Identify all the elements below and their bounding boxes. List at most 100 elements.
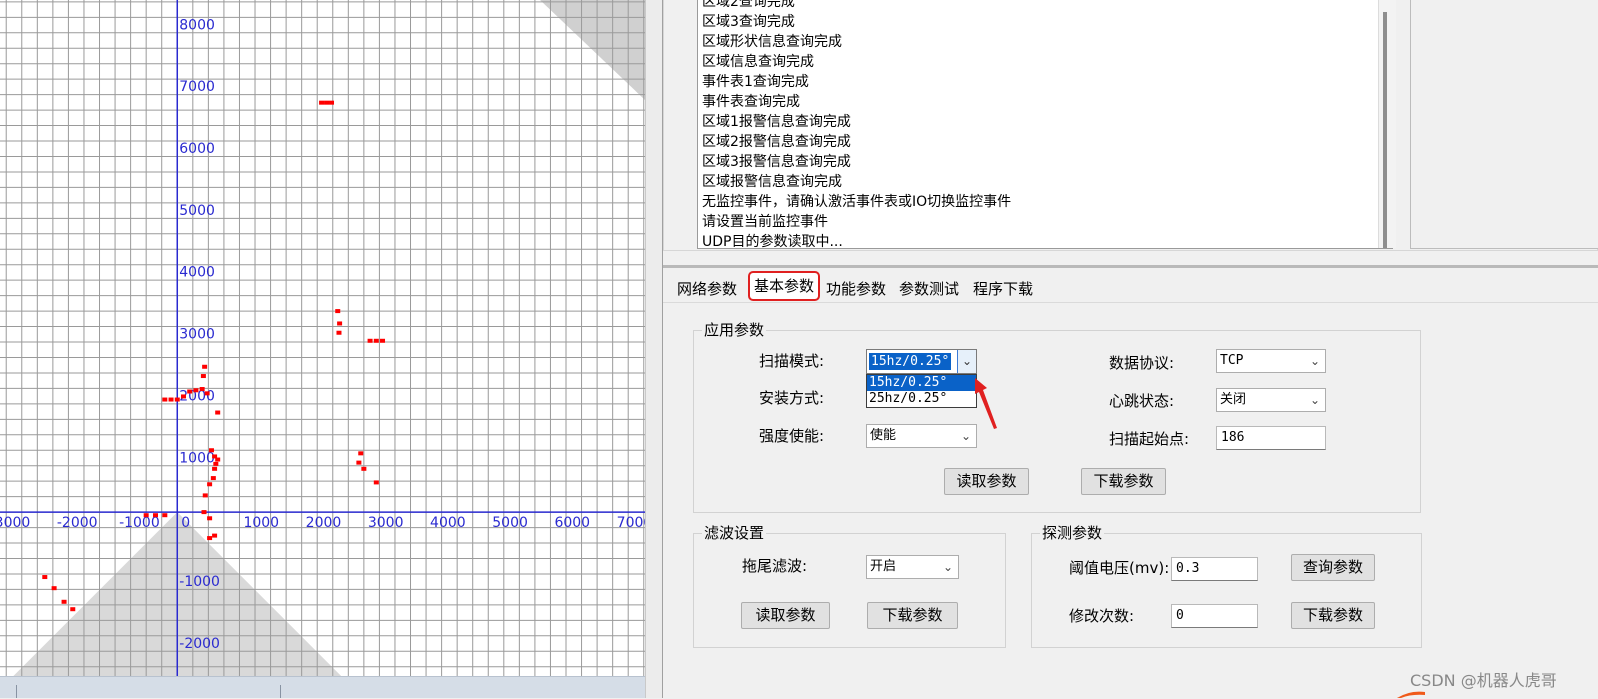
detection-params-title: 探测参数 [1040,523,1105,543]
scan-mode-value: 15hz/0.25° [867,352,953,371]
scan-point [51,586,57,591]
chevron-down-icon: ⌄ [942,560,953,574]
tab-program-download[interactable]: 程序下载 [969,276,1038,302]
log-line: 请设置当前监控事件 [702,214,828,230]
y-tick-label: -2000 [179,636,220,652]
scan-point [187,389,193,394]
scan-point [337,321,343,326]
data-protocol-select[interactable]: TCP ⌄ [1216,349,1326,373]
scan-point [61,599,67,604]
pane-splitter[interactable] [645,0,663,698]
app-params-title: 应用参数 [702,320,767,340]
y-tick-label: 3000 [179,327,215,343]
scan-point [373,338,379,343]
status-separator [280,685,281,698]
log-listbox[interactable]: 区域2查询完成 区域3查询完成 区域形状信息查询完成 区域信息查询完成 事件表1查询完成… [697,0,1393,249]
intensity-enable-value: 使能 [870,428,897,443]
tab-param-test[interactable]: 参数测试 [895,276,964,302]
query-params-button[interactable]: 查询参数 [1291,554,1375,581]
side-panel [1410,0,1598,249]
log-lines: 区域2查询完成 区域3查询完成 区域形状信息查询完成 区域信息查询完成 事件表1查询完成… [702,0,1011,249]
scan-point [329,100,335,105]
scan-point [199,387,205,392]
tab-network-params[interactable]: 网络参数 [673,276,742,302]
x-tick-label: 5000 [492,515,528,531]
heartbeat-select[interactable]: 关闭 ⌄ [1216,388,1326,412]
scan-mode-option[interactable]: 25hz/0.25° [867,391,976,407]
install-mode-label: 安装方式: [759,389,825,407]
x-tick-label: 0 [181,515,190,531]
chevron-down-icon: ⌄ [1309,354,1320,368]
scan-point [208,448,214,453]
log-scrollbar[interactable] [1378,0,1396,248]
y-tick-label: -1000 [179,574,220,590]
threshold-voltage-input[interactable]: 0.3 [1171,557,1258,581]
scan-point [200,374,206,379]
corner-decoration-icon [1397,691,1425,698]
scan-point [207,516,213,521]
scan-start-input[interactable]: 186 [1216,426,1326,450]
app-read-params-button[interactable]: 读取参数 [944,468,1029,495]
point-cloud-plot[interactable]: 3000 -2000 -1000 0 1000 2000 3000 4000 5000 6000 7… [0,0,645,698]
scan-point [215,457,221,462]
scan-point [201,510,207,515]
tab-function-params[interactable]: 功能参数 [822,276,891,302]
scan-mode-label: 扫描模式: [759,352,825,370]
scan-point [358,451,364,456]
scan-point [207,536,213,541]
log-line: 区域3查询完成 [702,14,795,30]
scan-mode-option[interactable]: 15hz/0.25° [867,375,976,391]
log-line: 事件表查询完成 [702,94,800,110]
log-line: 事件表1查询完成 [702,74,809,90]
tail-filter-label: 拖尾滤波: [742,557,808,575]
x-tick-label: 4000 [430,515,466,531]
scan-mode-select[interactable]: 15hz/0.25° ⌄ [866,349,977,374]
heartbeat-value: 关闭 [1220,392,1247,407]
x-tick-label: -2000 [57,515,98,531]
y-tick-label: 4000 [179,265,215,281]
x-tick-label: 3000 [368,515,404,531]
data-protocol-value: TCP [1220,353,1244,368]
scan-point [202,364,208,369]
plot-status-bar [0,676,645,698]
chevron-down-icon[interactable]: ⌄ [957,350,976,373]
app-download-params-button[interactable]: 下载参数 [1081,468,1166,495]
point-cloud-canvas[interactable]: 3000 -2000 -1000 0 1000 2000 3000 4000 5000 6000 7… [0,0,645,676]
scan-point [204,391,210,396]
scan-point [152,513,158,518]
detection-params-group: 探测参数 [1031,523,1422,648]
filter-settings-title: 滤波设置 [702,523,767,543]
x-tick-label: 3000 [0,515,30,531]
filter-download-params-button[interactable]: 下载参数 [867,602,958,629]
scan-point [212,533,218,538]
scan-point [202,493,208,498]
scan-mode-dropdown[interactable]: 15hz/0.25° 25hz/0.25° [866,374,977,408]
log-line: UDP目的参数读取中... [702,234,843,249]
watermark-text: CSDN @机器人虎哥 [1410,671,1557,690]
data-protocol-label: 数据协议: [1109,354,1175,372]
scan-point [168,397,174,402]
scan-point [367,338,373,343]
modify-count-input[interactable]: 0 [1171,604,1258,628]
scan-point [207,482,213,487]
x-tick-label: 7000 [617,515,645,531]
log-line: 区域2报警信息查询完成 [702,134,851,150]
horizontal-splitter[interactable] [663,265,1598,268]
scan-start-label: 扫描起始点: [1109,430,1190,448]
y-tick-label: 8000 [179,17,215,33]
intensity-enable-label: 强度使能: [759,427,825,445]
scan-point [356,460,362,465]
intensity-enable-select[interactable]: 使能 ⌄ [866,424,977,448]
scan-point [336,330,342,335]
log-scrollbar-thumb[interactable] [1383,12,1387,248]
scan-point [70,607,76,612]
tail-filter-select[interactable]: 开启 ⌄ [866,555,959,579]
scan-point [319,100,325,105]
y-tick-label: 6000 [179,141,215,157]
status-separator [16,685,17,698]
scan-point [42,575,48,580]
tab-basic-params[interactable]: 基本参数 [747,271,821,301]
filter-read-params-button[interactable]: 读取参数 [741,602,830,629]
modify-count-label: 修改次数: [1069,607,1135,625]
detection-download-params-button[interactable]: 下载参数 [1291,602,1375,629]
